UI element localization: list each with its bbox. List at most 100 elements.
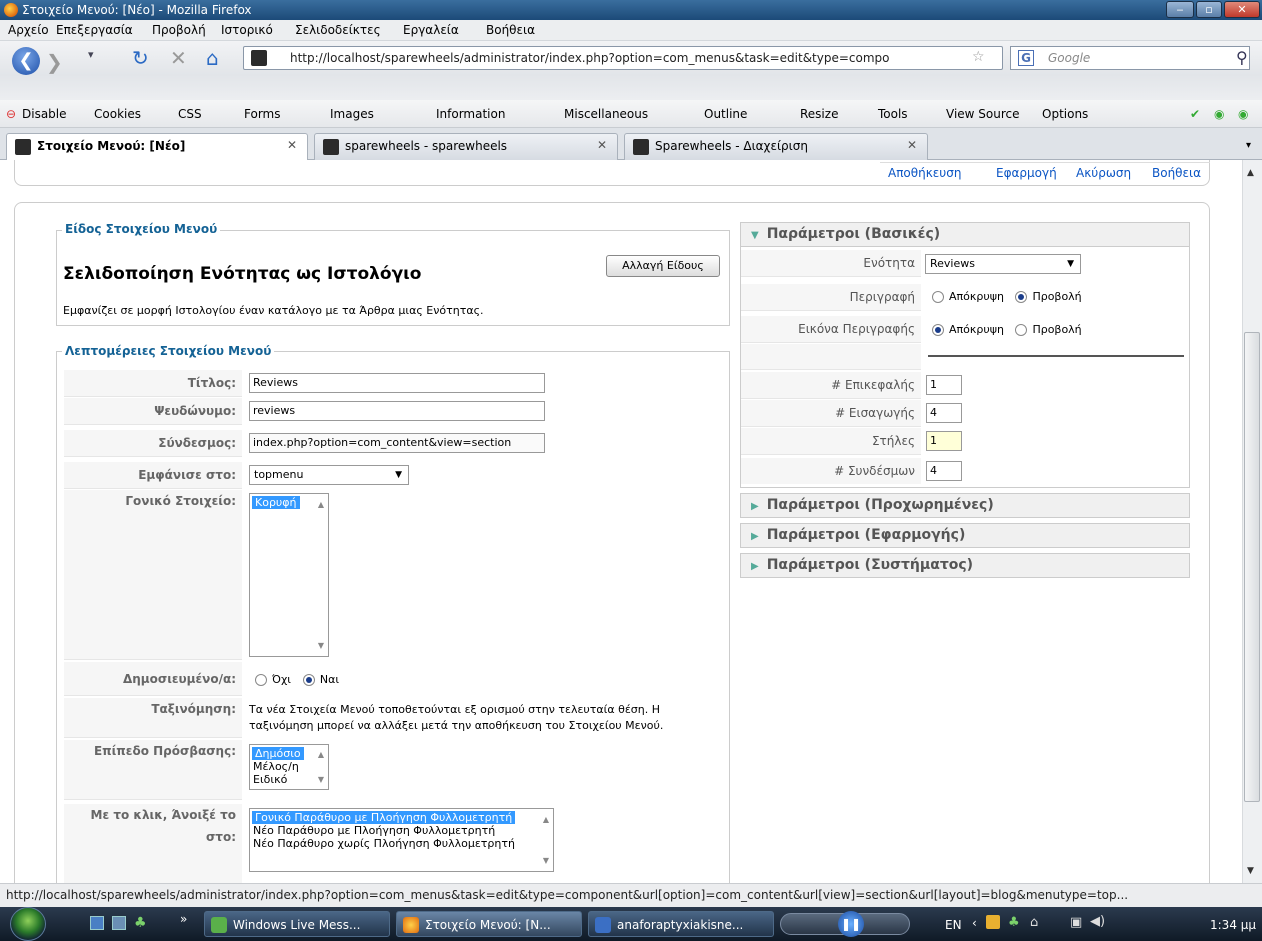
access-option-special[interactable]: Ειδικό (250, 773, 328, 786)
cancel-button[interactable]: Ακύρωση (1076, 166, 1131, 180)
taskbar-word-document[interactable]: anaforaptyxiakisne... (588, 911, 774, 937)
volume-icon[interactable]: ◀) (1090, 914, 1105, 929)
tab-close-icon[interactable]: ✕ (287, 138, 297, 152)
title-input[interactable]: Reviews (249, 373, 545, 393)
menu-file[interactable]: Αρχείο (8, 23, 49, 37)
pause-icon[interactable]: ❚❚ (838, 911, 864, 937)
columns-input[interactable]: 1 (926, 431, 962, 451)
tray-network-icon[interactable]: ⌂ (1030, 915, 1038, 930)
forward-button[interactable]: ❯ (46, 50, 63, 74)
dev-cookies[interactable]: Cookies (94, 107, 141, 121)
dev-resize[interactable]: Resize (800, 107, 838, 121)
desc-image-show-radio[interactable] (1015, 324, 1028, 336)
menu-history[interactable]: Ιστορικό (221, 23, 273, 37)
open-new-nonav-option[interactable]: Νέο Παράθυρο χωρίς Πλοήγηση Φυλλομετρητή (250, 837, 553, 850)
links-input[interactable]: 4 (926, 461, 962, 481)
scroll-up-icon[interactable]: ▲ (318, 748, 324, 761)
basic-params-header[interactable]: ▼ Παράμετροι (Βασικές) (740, 222, 1190, 247)
parent-item-listbox[interactable]: Κορυφή ▲ ▼ (249, 493, 329, 657)
scroll-up-arrow-icon[interactable]: ▲ (1247, 168, 1254, 178)
address-url[interactable]: http://localhost/sparewheels/administrat… (290, 51, 970, 65)
scroll-down-arrow-icon[interactable]: ▼ (1247, 866, 1254, 876)
advanced-params-header[interactable]: ▶ Παράμετροι (Προχωρημένες) (740, 493, 1190, 518)
reload-icon[interactable]: ↻ (132, 46, 149, 70)
menu-tools[interactable]: Εργαλεία (403, 23, 459, 37)
scroll-up-icon[interactable]: ▲ (543, 813, 549, 826)
desc-image-hide-radio[interactable] (932, 324, 944, 336)
menu-bookmarks[interactable]: Σελιδοδείκτες (295, 23, 381, 37)
access-level-listbox[interactable]: Δημόσιο Μέλος/η Ειδικό ▲ ▼ (249, 744, 329, 790)
messenger-quick-icon[interactable]: ♣ (134, 915, 147, 931)
tray-app-icon[interactable] (986, 915, 1000, 929)
google-engine-icon[interactable]: G (1018, 50, 1034, 66)
dev-information[interactable]: Information (436, 107, 505, 121)
back-button[interactable]: ❮ (12, 47, 40, 75)
scroll-down-icon[interactable]: ▼ (543, 854, 549, 867)
tab-list-icon[interactable]: ▾ (1246, 140, 1251, 151)
tab-sparewheels-site[interactable]: sparewheels - sparewheels ✕ (314, 133, 618, 160)
tab-menu-item[interactable]: Στοιχείο Μενού: [Νέο] ✕ (6, 133, 308, 160)
menu-help[interactable]: Βοήθεια (486, 23, 535, 37)
dev-options[interactable]: Options (1042, 107, 1088, 121)
taskbar-firefox[interactable]: Στοιχείο Μενού: [Ν... (396, 911, 582, 937)
show-desktop-icon[interactable] (90, 916, 104, 930)
scroll-down-icon[interactable]: ▼ (318, 639, 324, 652)
tray-expand-icon[interactable]: ‹ (972, 916, 977, 930)
scroll-down-icon[interactable]: ▼ (318, 773, 324, 786)
save-button[interactable]: Αποθήκευση (888, 166, 961, 180)
history-dropdown-icon[interactable]: ▾ (88, 48, 94, 61)
access-option-public[interactable]: Δημόσιο (252, 747, 304, 760)
stop-icon[interactable]: ✕ (170, 46, 187, 70)
menu-view[interactable]: Προβολή (152, 23, 206, 37)
on-click-open-listbox[interactable]: Γονικό Παράθυρο με Πλοήγηση Φυλλομετρητή… (249, 808, 554, 872)
help-button[interactable]: Βοήθεια (1152, 166, 1201, 180)
tab-sparewheels-admin[interactable]: Sparewheels - Διαχείριση ✕ (624, 133, 928, 160)
js-valid-icon[interactable]: ◉ (1238, 107, 1248, 121)
leading-input[interactable]: 1 (926, 375, 962, 395)
parent-option[interactable]: Κορυφή (252, 496, 300, 509)
search-magnifier-icon[interactable]: ⚲ (1236, 48, 1248, 67)
open-parent-option[interactable]: Γονικό Παράθυρο με Πλοήγηση Φυλλομετρητή (252, 811, 516, 824)
dev-miscellaneous[interactable]: Miscellaneous (564, 107, 648, 121)
open-new-nav-option[interactable]: Νέο Παράθυρο με Πλοήγηση Φυλλομετρητή (250, 824, 553, 837)
dev-css[interactable]: CSS (178, 107, 202, 121)
dev-tools[interactable]: Tools (878, 107, 908, 121)
tray-display-icon[interactable]: ▣ (1070, 915, 1082, 930)
more-quicklaunch-icon[interactable]: » (180, 912, 187, 926)
switch-windows-icon[interactable] (112, 916, 126, 930)
home-icon[interactable]: ⌂ (206, 46, 219, 70)
dev-view-source[interactable]: View Source (946, 107, 1020, 121)
taskbar-messenger[interactable]: Windows Live Mess... (204, 911, 390, 937)
link-input[interactable]: index.php?option=com_content&view=sectio… (249, 433, 545, 453)
published-no-radio[interactable] (255, 673, 267, 686)
language-indicator[interactable]: EN (945, 918, 962, 932)
display-in-select[interactable]: topmenu ▼ (249, 465, 409, 485)
scroll-up-icon[interactable]: ▲ (318, 498, 324, 511)
apply-button[interactable]: Εφαρμογή (996, 166, 1057, 180)
dev-forms[interactable]: Forms (244, 107, 280, 121)
alias-input[interactable]: reviews (249, 401, 545, 421)
dev-images[interactable]: Images (330, 107, 374, 121)
access-option-registered[interactable]: Μέλος/η (250, 760, 328, 773)
component-params-header[interactable]: ▶ Παράμετροι (Εφαρμογής) (740, 523, 1190, 548)
published-yes-radio[interactable] (302, 673, 315, 686)
change-type-button[interactable]: Αλλαγή Είδους (606, 255, 720, 277)
section-select[interactable]: Reviews ▼ (925, 254, 1081, 274)
close-window-button[interactable]: ✕ (1224, 1, 1260, 18)
search-box[interactable] (1010, 46, 1250, 70)
scrollbar-thumb[interactable] (1244, 332, 1260, 802)
tray-messenger-icon[interactable]: ♣ (1008, 915, 1020, 930)
bookmark-star-icon[interactable]: ☆ (972, 49, 985, 65)
intro-input[interactable]: 4 (926, 403, 962, 423)
system-params-header[interactable]: ▶ Παράμετροι (Συστήματος) (740, 553, 1190, 578)
valid-check-icon[interactable]: ✔ (1190, 107, 1200, 121)
tab-close-icon[interactable]: ✕ (597, 138, 607, 152)
minimize-button[interactable]: ‒ (1166, 1, 1194, 18)
maximize-button[interactable]: ▫ (1196, 1, 1222, 18)
menu-edit[interactable]: Επεξεργασία (56, 23, 133, 37)
dev-disable[interactable]: Disable (22, 107, 67, 121)
dev-outline[interactable]: Outline (704, 107, 747, 121)
tab-close-icon[interactable]: ✕ (907, 138, 917, 152)
css-valid-icon[interactable]: ◉ (1214, 107, 1224, 121)
start-button[interactable] (10, 907, 46, 941)
